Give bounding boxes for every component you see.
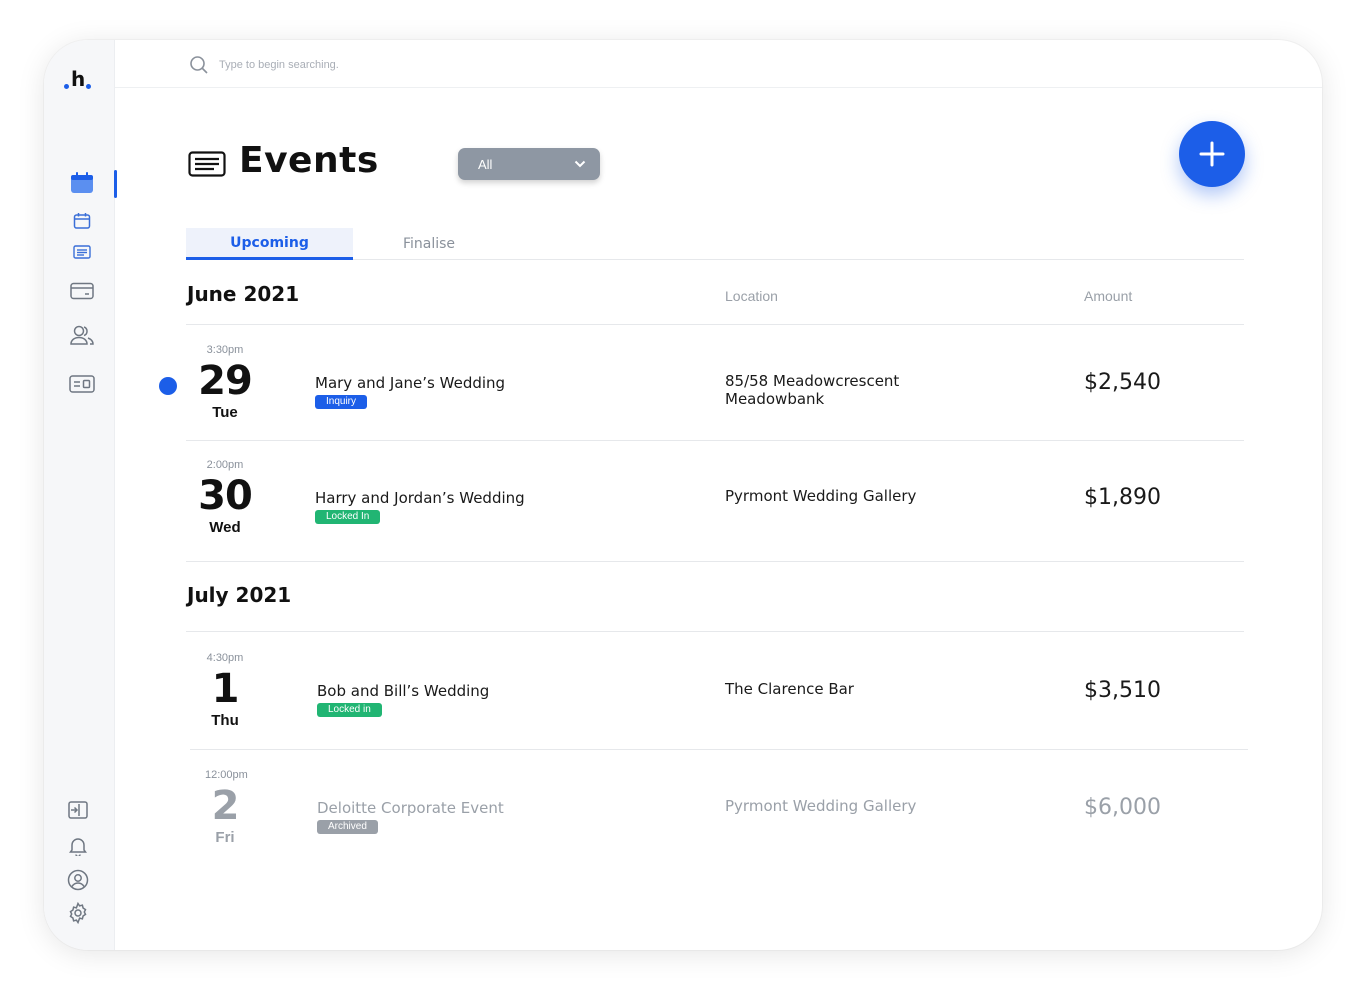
sidebar-item-payments[interactable] (66, 276, 98, 306)
current-event-marker (159, 377, 177, 395)
event-day: 2 (211, 783, 240, 829)
month-heading-june: June 2021 (187, 282, 300, 306)
add-event-button[interactable] (1179, 121, 1245, 187)
logo-dot-left (64, 84, 69, 89)
event-weekday: Thu (211, 712, 239, 729)
app-logo[interactable]: h (64, 68, 98, 92)
calendar-icon (71, 172, 93, 193)
event-location: The Clarence Bar (725, 680, 854, 698)
chevron-down-icon (574, 160, 586, 168)
sidebar-item-notifications[interactable] (62, 831, 94, 861)
users-icon (70, 325, 94, 345)
tab-finalise[interactable]: Finalise (353, 228, 505, 260)
event-amount: $3,510 (1084, 678, 1161, 703)
event-day: 29 (198, 358, 253, 404)
active-nav-indicator (114, 170, 117, 198)
id-card-icon (69, 375, 95, 393)
filter-dropdown-value: All (478, 156, 493, 172)
column-header-amount: Amount (1084, 288, 1133, 304)
user-circle-icon (67, 869, 89, 891)
sidebar-item-contacts[interactable] (66, 369, 98, 399)
event-weekday: Fri (215, 829, 235, 846)
event-name: Bob and Bill’s Wedding (317, 682, 490, 700)
event-weekday: Tue (212, 404, 238, 421)
status-badge: Archived (317, 820, 378, 834)
gear-icon (69, 902, 87, 924)
event-row[interactable]: 12:00pm 2 Fri Deloitte Corporate Event A… (186, 763, 1244, 873)
event-time: 12:00pm (205, 769, 248, 781)
event-time: 4:30pm (206, 652, 244, 664)
sidebar-item-settings[interactable] (62, 898, 94, 928)
top-bar (115, 40, 1322, 88)
status-badge: Inquiry (315, 395, 368, 409)
column-header-location: Location (725, 288, 778, 304)
logo-letter: h (71, 67, 86, 91)
event-location: 85/58 Meadowcrescent Meadowbank (725, 372, 985, 408)
divider (186, 440, 1244, 441)
divider (186, 561, 1244, 562)
event-name: Harry and Jordan’s Wedding (315, 489, 525, 507)
app-window: h Type to begin searching. Events All Up… (44, 40, 1322, 950)
bell-icon (69, 838, 87, 856)
sidebar-item-people[interactable] (66, 320, 98, 350)
divider (190, 749, 1248, 750)
plus-icon (1199, 141, 1225, 167)
credit-card-icon (70, 282, 94, 300)
event-location-line1: 85/58 Meadowcrescent (725, 372, 900, 390)
event-day: 30 (198, 473, 253, 519)
event-location: Pyrmont Wedding Gallery (725, 487, 917, 505)
event-name: Deloitte Corporate Event (317, 799, 504, 817)
event-time: 2:00pm (206, 459, 244, 471)
event-tabs: Upcoming Finalise (186, 228, 1244, 260)
list-card-icon (73, 245, 91, 259)
event-location-line2: Meadowbank (725, 390, 825, 408)
search-input[interactable] (219, 54, 519, 76)
event-location: Pyrmont Wedding Gallery (725, 797, 917, 815)
sidebar-item-events[interactable] (66, 237, 98, 267)
filter-dropdown[interactable]: All (458, 148, 600, 180)
search-icon (190, 56, 208, 74)
sidebar-item-calendar-outline[interactable] (66, 206, 98, 236)
event-amount: $6,000 (1084, 795, 1161, 820)
event-amount: $2,540 (1084, 370, 1161, 395)
logout-icon (68, 801, 88, 819)
sidebar-item-profile[interactable] (62, 865, 94, 895)
event-day: 1 (211, 666, 240, 712)
divider (186, 631, 1244, 632)
sidebar-item-calendar-filled[interactable] (66, 168, 98, 198)
event-row[interactable]: 3:30pm 29 Tue Mary and Jane’s Wedding In… (186, 338, 1244, 448)
event-time: 3:30pm (206, 344, 244, 356)
event-amount: $1,890 (1084, 485, 1161, 510)
calendar-outline-icon (73, 213, 91, 229)
month-heading-july: July 2021 (187, 583, 292, 607)
event-row[interactable]: 4:30pm 1 Thu Bob and Bill’s Wedding Lock… (186, 646, 1244, 756)
event-name: Mary and Jane’s Wedding (315, 374, 506, 392)
status-badge: Locked in (317, 703, 382, 717)
event-weekday: Wed (209, 519, 241, 536)
events-title-icon (188, 151, 226, 177)
page-title: Events (239, 140, 379, 181)
sidebar-item-logout[interactable] (62, 795, 94, 825)
status-badge: Locked In (315, 510, 381, 524)
sidebar: h (44, 40, 117, 950)
event-row[interactable]: 2:00pm 30 Wed Harry and Jordan’s Wedding… (186, 453, 1244, 563)
logo-dot-right (86, 84, 91, 89)
tab-upcoming[interactable]: Upcoming (186, 228, 353, 260)
divider (186, 324, 1244, 325)
